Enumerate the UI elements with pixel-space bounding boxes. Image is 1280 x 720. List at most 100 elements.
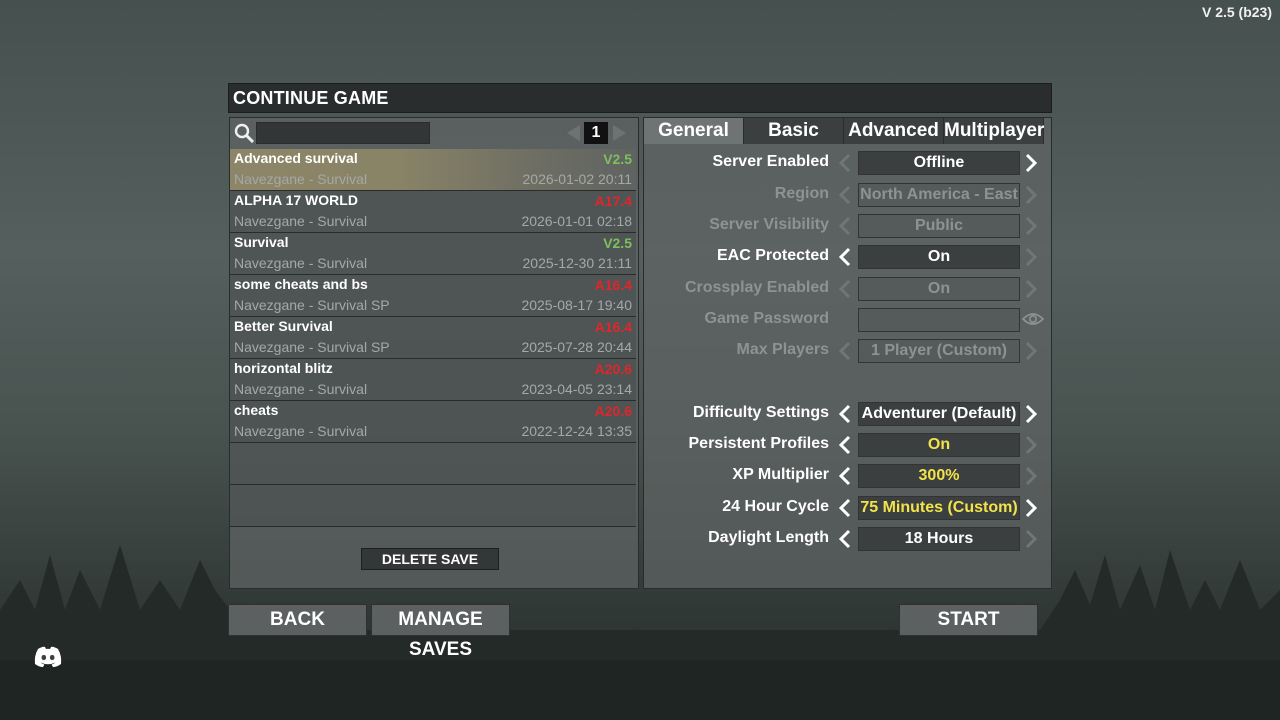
setting-label: Server Visibility <box>709 216 829 233</box>
setting-label: Server Enabled <box>712 153 830 170</box>
tab-advanced[interactable]: Advanced <box>844 118 944 144</box>
setting-value: 300% <box>858 464 1020 488</box>
search-input[interactable] <box>256 122 430 144</box>
save-name: horizontal blitz <box>234 360 333 376</box>
page-next-icon[interactable] <box>611 123 629 143</box>
setting-value: 18 Hours <box>858 527 1020 551</box>
save-name: Better Survival <box>234 318 333 334</box>
setting-value: On <box>858 277 1020 301</box>
save-date: 2022-12-24 13:35 <box>521 423 632 439</box>
arrow-right-icon[interactable] <box>1024 404 1038 424</box>
eye-icon[interactable] <box>1022 311 1044 327</box>
save-row[interactable]: cheats A20.6 Navezgane - Survival 2022-1… <box>230 401 636 443</box>
arrow-left-icon[interactable] <box>838 185 852 205</box>
setting-server-enabled: Server Enabled Offline <box>644 151 1051 175</box>
setting-label: Persistent Profiles <box>688 435 830 452</box>
save-version: V2.5 <box>603 235 632 251</box>
save-date: 2023-04-05 23:14 <box>521 381 632 397</box>
forest-background <box>0 545 1280 720</box>
save-row[interactable]: ALPHA 17 WORLD A17.4 Navezgane - Surviva… <box>230 191 636 233</box>
setting-label: XP Multiplier <box>732 466 829 483</box>
arrow-left-icon[interactable] <box>838 435 852 455</box>
save-world: Navezgane - Survival <box>234 255 368 271</box>
page-number: 1 <box>584 122 608 144</box>
arrow-right-icon[interactable] <box>1024 247 1038 267</box>
empty-save-slot <box>230 443 636 485</box>
setting-crossplay-enabled: Crossplay Enabled On <box>644 277 1051 301</box>
save-row[interactable]: Survival V2.5 Navezgane - Survival 2025-… <box>230 233 636 275</box>
arrow-right-icon[interactable] <box>1024 153 1038 173</box>
save-list: Advanced survival V2.5 Navezgane - Survi… <box>230 149 638 527</box>
page-prev-icon[interactable] <box>564 123 582 143</box>
setting-xp-multiplier: XP Multiplier 300% <box>644 464 1051 488</box>
save-version: V2.5 <box>603 151 632 167</box>
arrow-left-icon[interactable] <box>838 466 852 486</box>
save-world: Navezgane - Survival <box>234 423 368 439</box>
save-list-panel: 1 Advanced survival V2.5 Navezgane - Sur… <box>229 117 639 589</box>
setting-value: 75 Minutes (Custom) <box>858 496 1020 520</box>
setting-label: Daylight Length <box>708 529 829 546</box>
save-version: A16.4 <box>594 319 632 335</box>
setting-value: On <box>858 245 1020 269</box>
save-version: A16.4 <box>594 277 632 293</box>
tab-multiplayer[interactable]: Multiplayer <box>944 118 1044 144</box>
search-row: 1 <box>230 118 638 148</box>
save-version: A20.6 <box>594 361 632 377</box>
save-date: 2025-08-17 19:40 <box>521 297 632 313</box>
start-button[interactable]: START <box>899 604 1038 636</box>
setting-label: Max Players <box>736 341 829 358</box>
arrow-left-icon[interactable] <box>838 341 852 361</box>
search-icon <box>234 123 255 144</box>
setting-persistent-profiles: Persistent Profiles On <box>644 433 1051 457</box>
arrow-right-icon[interactable] <box>1024 279 1038 299</box>
setting-eac-protected: EAC Protected On <box>644 245 1051 269</box>
save-row[interactable]: horizontal blitz A20.6 Navezgane - Survi… <box>230 359 636 401</box>
arrow-right-icon[interactable] <box>1024 529 1038 549</box>
setting-label: Game Password <box>704 310 830 327</box>
setting-label: EAC Protected <box>716 247 829 264</box>
back-button[interactable]: BACK <box>228 604 367 636</box>
tab-general[interactable]: General <box>644 118 744 144</box>
arrow-left-icon[interactable] <box>838 404 852 424</box>
save-row[interactable]: Advanced survival V2.5 Navezgane - Survi… <box>230 149 636 191</box>
arrow-right-icon[interactable] <box>1024 498 1038 518</box>
save-name: Survival <box>234 234 289 250</box>
setting-value: North America - East <box>858 183 1020 207</box>
arrow-right-icon[interactable] <box>1024 466 1038 486</box>
setting-server-visibility: Server Visibility Public <box>644 214 1051 238</box>
arrow-left-icon[interactable] <box>838 247 852 267</box>
setting-difficulty: Difficulty Settings Adventurer (Default) <box>644 402 1051 426</box>
settings-panel: General Basic Advanced Multiplayer Serve… <box>643 117 1052 589</box>
arrow-left-icon[interactable] <box>838 498 852 518</box>
save-world: Navezgane - Survival <box>234 213 368 229</box>
window-title: CONTINUE GAME <box>233 88 389 108</box>
password-input[interactable] <box>858 308 1020 332</box>
save-date: 2025-07-28 20:44 <box>521 339 632 355</box>
tab-basic[interactable]: Basic <box>744 118 844 144</box>
setting-game-password: Game Password <box>644 308 1051 332</box>
save-date: 2026-01-02 20:11 <box>522 171 633 187</box>
delete-save-button[interactable]: DELETE SAVE <box>361 548 499 570</box>
arrow-right-icon[interactable] <box>1024 216 1038 236</box>
arrow-left-icon[interactable] <box>838 279 852 299</box>
save-name: cheats <box>234 402 279 418</box>
setting-label: Crossplay Enabled <box>684 279 829 296</box>
discord-icon[interactable] <box>33 645 63 669</box>
save-row[interactable]: Better Survival A16.4 Navezgane - Surviv… <box>230 317 636 359</box>
arrow-right-icon[interactable] <box>1024 435 1038 455</box>
setting-label: Region <box>774 185 829 202</box>
setting-region: Region North America - East <box>644 183 1051 207</box>
setting-value: Public <box>858 214 1020 238</box>
setting-value: 1 Player (Custom) <box>858 339 1020 363</box>
arrow-left-icon[interactable] <box>838 216 852 236</box>
save-row[interactable]: some cheats and bs A16.4 Navezgane - Sur… <box>230 275 636 317</box>
setting-label: 24 Hour Cycle <box>722 498 829 515</box>
arrow-left-icon[interactable] <box>838 529 852 549</box>
save-name: Advanced survival <box>234 150 358 166</box>
arrow-right-icon[interactable] <box>1024 341 1038 361</box>
save-name: some cheats and bs <box>234 276 368 292</box>
arrow-right-icon[interactable] <box>1024 185 1038 205</box>
arrow-left-icon[interactable] <box>838 153 852 173</box>
manage-saves-button[interactable]: MANAGE SAVES <box>371 604 510 660</box>
settings-tabs: General Basic Advanced Multiplayer <box>644 118 1051 144</box>
